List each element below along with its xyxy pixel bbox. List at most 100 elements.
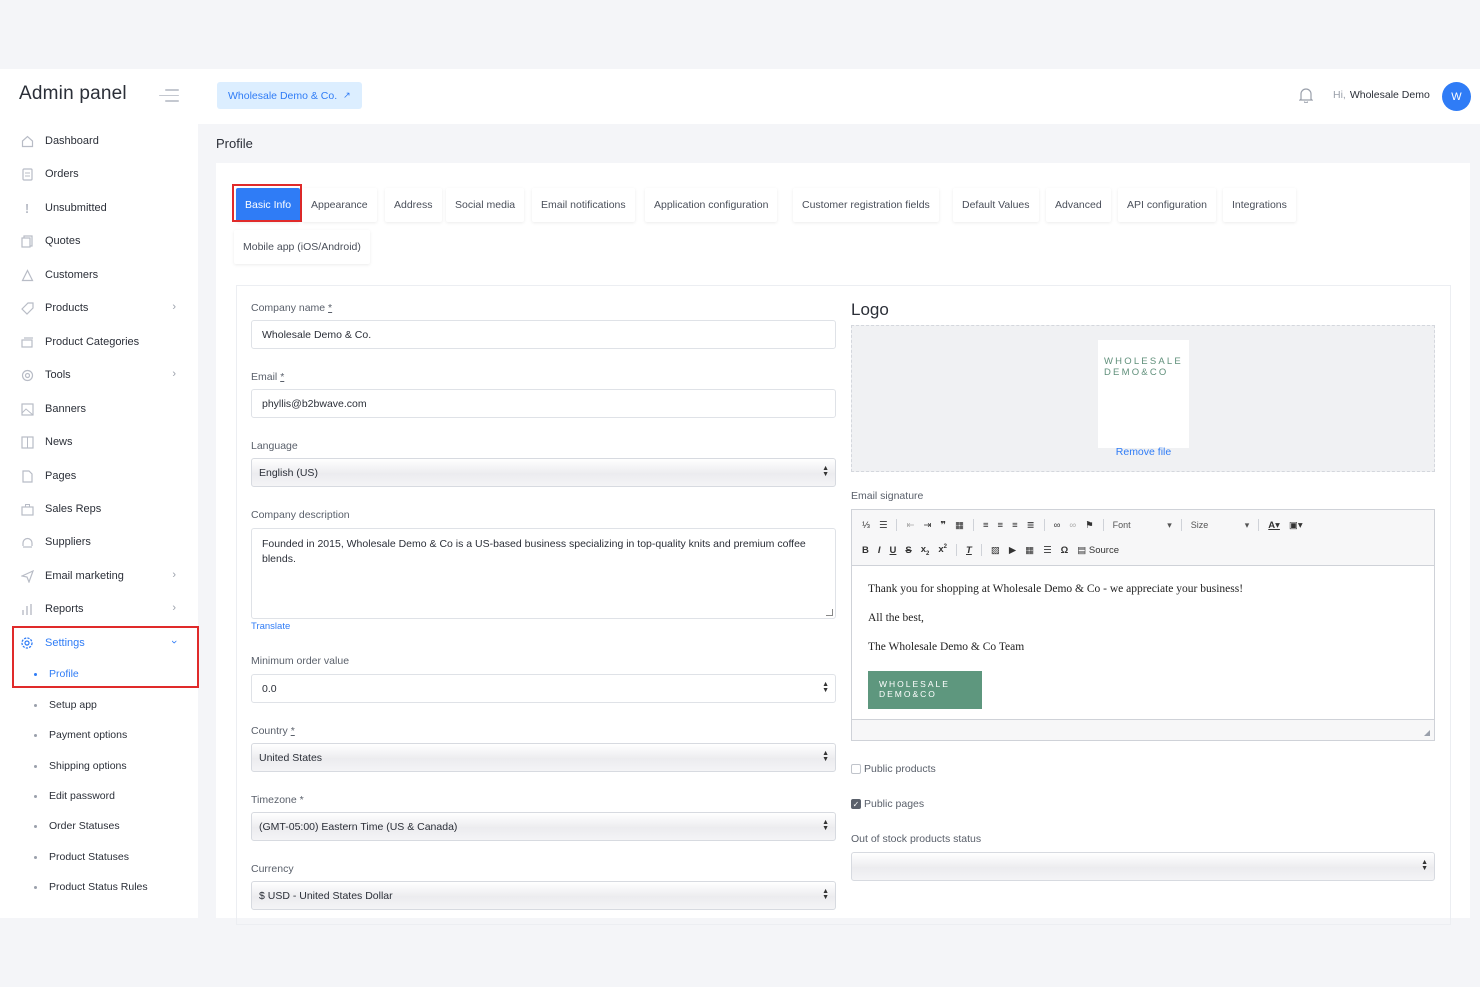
horizontal-line-icon[interactable]: ☰ [1043,545,1052,556]
email-signature-editor[interactable]: ⅓ ☰ ⇤ ⇥ ❞ ▦ ≡ ≡ ≡ ≣ ∞ ∞ ⚑ Font ▾ Size ▾ … [851,509,1435,741]
sidebar-sub-product-status-rules[interactable]: Product Status Rules [34,879,148,895]
avatar[interactable]: W [1442,82,1471,111]
sidebar-item-dashboard[interactable]: Dashboard [20,131,180,151]
out-of-stock-select[interactable]: ▲ ▼ [851,852,1435,881]
app-frame: Admin panel Dashboard Orders ! Unsubmitt… [0,69,1480,925]
timezone-select[interactable]: (GMT-05:00) Eastern Time (US & Canada) ▲ ▼ [251,812,836,841]
tab-api-configuration[interactable]: API configuration [1118,188,1216,222]
numbered-list-icon[interactable]: ⅓ [862,520,870,531]
user-greeting[interactable]: Hi, Wholesale Demo [1333,89,1430,101]
blockquote-icon[interactable]: ❞ [940,520,946,531]
tab-customer-registration-fields[interactable]: Customer registration fields [793,188,939,222]
sidebar-sub-edit-password[interactable]: Edit password [34,788,115,804]
remove-format-icon[interactable]: T [966,545,972,556]
sidebar-item-pages[interactable]: Pages [20,466,180,486]
tab-default-values[interactable]: Default Values [953,188,1039,222]
remove-file-link[interactable]: Remove file [1098,446,1189,458]
italic-icon[interactable]: I [878,545,881,556]
sidebar-item-email-marketing[interactable]: Email marketing › [20,566,180,586]
news-icon [20,435,34,449]
resize-handle-icon[interactable] [826,609,833,616]
subscript-icon[interactable]: x2 [921,544,930,557]
size-dropdown[interactable]: Size ▾ [1191,520,1250,531]
company-name-label: Company name * [251,302,333,314]
sidebar-item-orders[interactable]: Orders [20,164,180,184]
editor-resize-bar[interactable] [852,719,1434,740]
bell-icon[interactable] [1298,87,1314,104]
country-select[interactable]: United States ▲ ▼ [251,743,836,772]
align-justify-icon[interactable]: ≣ [1027,520,1035,531]
font-dropdown[interactable]: Font ▾ [1113,520,1172,531]
tab-integrations[interactable]: Integrations [1223,188,1296,222]
tab-application-configuration[interactable]: Application configuration [645,188,778,222]
bold-icon[interactable]: B [862,545,869,556]
store-link-button[interactable]: Wholesale Demo & Co. ↗ [217,82,362,109]
public-products-checkbox[interactable]: Public products [851,763,936,775]
menu-toggle-icon[interactable] [159,89,179,103]
home-icon [20,134,34,148]
sidebar-item-customers[interactable]: Customers [20,265,180,285]
sidebar-item-suppliers[interactable]: Suppliers [20,532,180,552]
strikethrough-icon[interactable]: S [905,545,911,556]
currency-select[interactable]: $ USD - United States Dollar ▲ ▼ [251,881,836,910]
tab-mobile-app[interactable]: Mobile app (iOS/Android) [234,230,370,264]
public-pages-checkbox[interactable]: ✓ Public pages [851,798,924,810]
sidebar-item-product-categories[interactable]: Product Categories [20,332,180,352]
company-name-input[interactable]: Wholesale Demo & Co. [251,320,836,349]
background-color-icon[interactable]: ▣▾ [1289,520,1303,531]
minimum-order-input[interactable]: 0.0 ▲ ▼ [251,674,836,703]
anchor-flag-icon[interactable]: ⚑ [1085,520,1094,531]
sidebar-item-unsubmitted[interactable]: ! Unsubmitted [20,198,180,218]
outdent-icon[interactable]: ⇤ [906,520,914,531]
company-description-textarea[interactable]: Founded in 2015, Wholesale Demo & Co is … [251,528,836,619]
sidebar-item-products[interactable]: Products › [20,298,180,318]
div-container-icon[interactable]: ▦ [955,520,964,531]
tab-social-media[interactable]: Social media [446,188,525,222]
text-color-icon[interactable]: A▾ [1268,520,1280,531]
sidebar-sub-order-statuses[interactable]: Order Statuses [34,818,120,834]
tag-icon [20,301,34,315]
special-character-icon[interactable]: Ω [1061,545,1069,556]
underline-icon[interactable]: U [890,545,897,556]
sidebar-item-news[interactable]: News [20,432,180,452]
external-link-icon: ↗ [343,90,351,100]
signature-content[interactable]: Thank you for shopping at Wholesale Demo… [868,582,1243,669]
sidebar-item-banners[interactable]: Banners [20,399,180,419]
sidebar-sub-shipping-options[interactable]: Shipping options [34,758,127,774]
sidebar-sub-payment-options[interactable]: Payment options [34,727,127,743]
source-button[interactable]: ▤ Source [1077,545,1128,556]
sidebar-item-reports[interactable]: Reports › [20,599,180,619]
table-icon[interactable]: ▦ [1025,545,1034,556]
logo-preview: WHOLESALE DEMO&CO Remove file [1098,340,1189,458]
tab-appearance[interactable]: Appearance [302,188,377,222]
sidebar-item-tools[interactable]: Tools › [20,365,180,385]
currency-label: Currency [251,863,294,875]
align-left-icon[interactable]: ≡ [983,520,989,531]
translate-link[interactable]: Translate [251,621,290,632]
tab-advanced[interactable]: Advanced [1046,188,1111,222]
tab-email-notifications[interactable]: Email notifications [532,188,635,222]
unlink-icon[interactable]: ∞ [1069,520,1076,531]
email-input[interactable]: phyllis@b2bwave.com [251,389,836,418]
sidebar-item-sales-reps[interactable]: Sales Reps [20,499,180,519]
indent-icon[interactable]: ⇥ [923,520,931,531]
link-icon[interactable]: ∞ [1054,520,1061,531]
bulleted-list-icon[interactable]: ☰ [879,520,888,531]
superscript-icon[interactable]: x2 [938,544,947,555]
sidebar-sub-product-statuses[interactable]: Product Statuses [34,849,129,865]
sidebar-sub-setup-app[interactable]: Setup app [34,697,97,713]
align-center-icon[interactable]: ≡ [998,520,1004,531]
video-icon[interactable]: ▶ [1009,545,1016,556]
tab-address[interactable]: Address [385,188,442,222]
number-stepper-icon[interactable]: ▲ ▼ [822,681,829,694]
image-icon [20,402,34,416]
sidebar-item-quotes[interactable]: Quotes [20,231,180,251]
page-icon [20,469,34,483]
chevron-right-icon: › [172,368,176,380]
align-right-icon[interactable]: ≡ [1012,520,1018,531]
image-icon[interactable]: ▨ [991,545,1000,556]
checkbox-unchecked-icon[interactable] [851,764,861,774]
sidebar-sub-profile[interactable]: Profile [34,666,79,682]
checkbox-checked-icon[interactable]: ✓ [851,799,861,809]
language-select[interactable]: English (US) ▲ ▼ [251,458,836,487]
